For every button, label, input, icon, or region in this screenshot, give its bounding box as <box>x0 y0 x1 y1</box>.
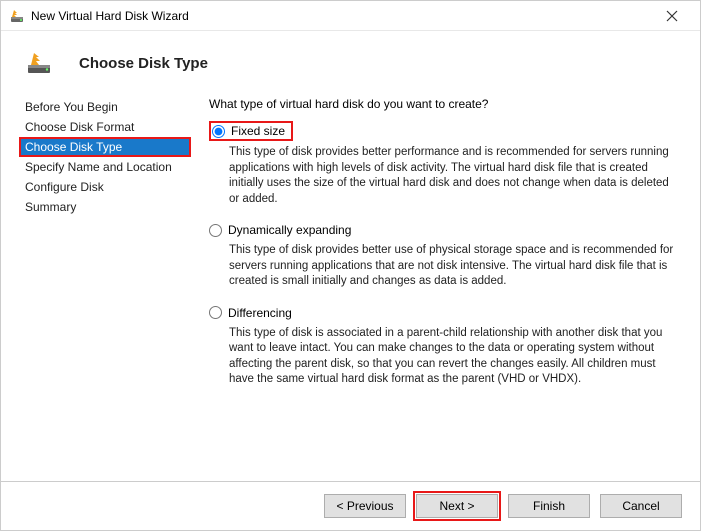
desc-differencing: This type of disk is associated in a par… <box>229 326 679 388</box>
close-icon <box>666 10 678 22</box>
main-panel: What type of virtual hard disk do you wa… <box>209 97 682 481</box>
wizard-steps-sidebar: Before You Begin Choose Disk Format Choo… <box>19 97 191 481</box>
step-choose-disk-type[interactable]: Choose Disk Type <box>19 137 191 157</box>
prompt-text: What type of virtual hard disk do you wa… <box>209 97 682 111</box>
option-fixed-size: Fixed size This type of disk provides be… <box>209 121 682 207</box>
option-fixed-size-head[interactable]: Fixed size <box>209 121 293 141</box>
step-specify-name-location[interactable]: Specify Name and Location <box>19 157 191 177</box>
close-button[interactable] <box>652 2 692 30</box>
wizard-icon-large <box>25 51 53 75</box>
wizard-footer: < Previous Next > Finish Cancel <box>1 481 700 530</box>
desc-fixed-size: This type of disk provides better perfor… <box>229 145 679 207</box>
radio-dynamic[interactable] <box>209 224 222 237</box>
radio-fixed-size[interactable] <box>212 125 225 138</box>
desc-dynamic: This type of disk provides better use of… <box>229 243 679 290</box>
option-differencing-head[interactable]: Differencing <box>209 304 682 322</box>
step-before-you-begin[interactable]: Before You Begin <box>19 97 191 117</box>
page-title: Choose Disk Type <box>79 55 208 72</box>
step-configure-disk[interactable]: Configure Disk <box>19 177 191 197</box>
window-title: New Virtual Hard Disk Wizard <box>31 9 652 23</box>
content-area: Before You Begin Choose Disk Format Choo… <box>1 95 700 481</box>
previous-button[interactable]: < Previous <box>324 494 406 518</box>
finish-button[interactable]: Finish <box>508 494 590 518</box>
step-choose-disk-format[interactable]: Choose Disk Format <box>19 117 191 137</box>
titlebar: New Virtual Hard Disk Wizard <box>1 1 700 31</box>
wizard-header: Choose Disk Type <box>1 31 700 95</box>
cancel-button[interactable]: Cancel <box>600 494 682 518</box>
option-dynamic: Dynamically expanding This type of disk … <box>209 221 682 290</box>
step-summary[interactable]: Summary <box>19 197 191 217</box>
label-dynamic[interactable]: Dynamically expanding <box>228 223 351 237</box>
option-dynamic-head[interactable]: Dynamically expanding <box>209 221 682 239</box>
wizard-icon <box>9 8 25 24</box>
next-button[interactable]: Next > <box>416 494 498 518</box>
label-fixed-size[interactable]: Fixed size <box>231 124 285 138</box>
option-differencing: Differencing This type of disk is associ… <box>209 304 682 388</box>
radio-differencing[interactable] <box>209 306 222 319</box>
label-differencing[interactable]: Differencing <box>228 306 292 320</box>
